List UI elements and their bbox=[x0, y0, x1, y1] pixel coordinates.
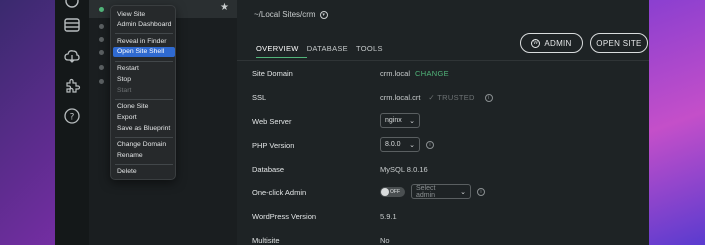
tab-database[interactable]: DATABASE bbox=[307, 44, 356, 58]
admin-user-select-placeholder: Select admin bbox=[416, 184, 436, 199]
sites-icon[interactable] bbox=[63, 16, 81, 34]
menu-separator bbox=[115, 164, 173, 165]
one-click-admin-label: One-click Admin bbox=[252, 188, 307, 197]
wordpress-version-value: 5.9.1 bbox=[380, 212, 397, 221]
menu-item-export[interactable]: Export bbox=[113, 113, 175, 123]
wordpress-icon: W bbox=[531, 38, 541, 48]
app-logo-icon[interactable] bbox=[63, 0, 81, 14]
ssl-trusted-badge: ✓ TRUSTED bbox=[428, 93, 475, 102]
php-version-value: 8.0.0 ⌄ i bbox=[380, 137, 434, 152]
icon-rail: ? bbox=[55, 0, 89, 245]
menu-item-start: Start bbox=[117, 87, 132, 94]
menu-item-save-as-blueprint[interactable]: Save as Blueprint bbox=[113, 124, 175, 134]
ssl-cert-text[interactable]: crm.local.crt bbox=[380, 93, 420, 102]
menu-item-stop[interactable]: Stop bbox=[113, 75, 175, 85]
multisite-value: No bbox=[380, 236, 390, 245]
one-click-admin-value: OFF Select admin ⌄ i bbox=[380, 184, 485, 199]
menu-item-open-site-shell[interactable]: Open Site Shell bbox=[113, 47, 175, 57]
menu-item-admin-dashboard[interactable]: Admin Dashboard bbox=[113, 20, 175, 30]
site-path: ~/Local Sites/crm ▾ bbox=[254, 10, 328, 19]
cloud-icon[interactable] bbox=[63, 47, 81, 65]
svg-text:?: ? bbox=[70, 113, 75, 123]
site-domain-value: crm.local CHANGE bbox=[380, 69, 449, 78]
wordpress-version-label: WordPress Version bbox=[252, 212, 317, 221]
web-server-label: Web Server bbox=[252, 117, 292, 126]
site-stopped-indicator bbox=[99, 37, 104, 42]
menu-separator bbox=[115, 99, 173, 100]
php-version-label: PHP Version bbox=[252, 141, 295, 150]
path-dropdown-icon[interactable]: ▾ bbox=[319, 10, 328, 19]
change-domain-link[interactable]: CHANGE bbox=[415, 69, 449, 78]
web-server-value: nginx ⌄ bbox=[380, 113, 420, 128]
admin-button[interactable]: W ADMIN bbox=[520, 33, 583, 53]
admin-user-select[interactable]: Select admin ⌄ bbox=[411, 184, 471, 199]
open-site-button-label: OPEN SITE bbox=[596, 38, 642, 48]
desktop-wallpaper bbox=[645, 0, 705, 245]
addons-icon[interactable] bbox=[63, 77, 81, 95]
menu-item-clone-site[interactable]: Clone Site bbox=[113, 102, 175, 112]
database-value: MySQL 8.0.16 bbox=[380, 165, 428, 174]
web-server-select[interactable]: nginx ⌄ bbox=[380, 113, 420, 128]
menu-item-delete[interactable]: Delete bbox=[113, 167, 175, 177]
menu-item-rename[interactable]: Rename bbox=[113, 151, 175, 161]
menu-item-view-site[interactable]: View Site bbox=[113, 10, 175, 20]
info-icon[interactable]: i bbox=[426, 140, 434, 149]
multisite-label: Multisite bbox=[252, 236, 280, 245]
site-stopped-indicator bbox=[99, 79, 104, 84]
site-context-menu: View Site Admin Dashboard Reveal in Find… bbox=[110, 5, 176, 180]
site-overview-panel: ~/Local Sites/crm ▾ W ADMIN OPEN SITE OV… bbox=[237, 0, 649, 245]
menu-item-change-domain[interactable]: Change Domain bbox=[113, 140, 175, 150]
tab-overview[interactable]: OVERVIEW bbox=[256, 44, 307, 58]
toggle-state-text: OFF bbox=[390, 188, 400, 195]
site-stopped-indicator bbox=[99, 50, 104, 55]
info-icon[interactable]: i bbox=[477, 187, 485, 196]
site-domain-text: crm.local bbox=[380, 69, 411, 78]
tab-bar: OVERVIEW DATABASE TOOLS bbox=[256, 44, 391, 60]
php-version-select[interactable]: 8.0.0 ⌄ bbox=[380, 137, 420, 152]
site-stopped-indicator bbox=[99, 65, 104, 70]
tab-tools[interactable]: TOOLS bbox=[356, 44, 391, 58]
menu-separator bbox=[115, 33, 173, 34]
ssl-value: crm.local.crt ✓ TRUSTED i bbox=[380, 93, 493, 102]
web-server-select-value: nginx bbox=[385, 117, 402, 124]
menu-separator bbox=[115, 61, 173, 62]
info-icon[interactable]: i bbox=[484, 93, 493, 102]
site-domain-label: Site Domain bbox=[252, 69, 293, 78]
help-icon[interactable]: ? bbox=[63, 107, 81, 125]
site-stopped-indicator bbox=[99, 24, 104, 29]
open-site-button[interactable]: OPEN SITE bbox=[590, 33, 648, 53]
menu-item-reveal-in-finder[interactable]: Reveal in Finder bbox=[113, 37, 175, 47]
chevron-down-icon: ⌄ bbox=[409, 141, 415, 149]
chevron-down-icon: ⌄ bbox=[460, 188, 466, 196]
star-icon[interactable]: ★ bbox=[220, 2, 229, 13]
menu-separator bbox=[115, 137, 173, 138]
php-version-select-value: 8.0.0 bbox=[385, 141, 401, 148]
toggle-knob bbox=[381, 187, 389, 196]
database-label: Database bbox=[252, 165, 285, 174]
site-path-text: ~/Local Sites/crm bbox=[254, 10, 316, 19]
site-running-indicator bbox=[99, 7, 104, 12]
chevron-down-icon: ⌄ bbox=[409, 117, 415, 125]
menu-item-restart[interactable]: Restart bbox=[113, 64, 175, 74]
tab-divider bbox=[237, 60, 649, 61]
admin-button-label: ADMIN bbox=[544, 38, 572, 48]
ssl-label: SSL bbox=[252, 93, 267, 102]
one-click-admin-toggle[interactable]: OFF bbox=[380, 186, 405, 197]
